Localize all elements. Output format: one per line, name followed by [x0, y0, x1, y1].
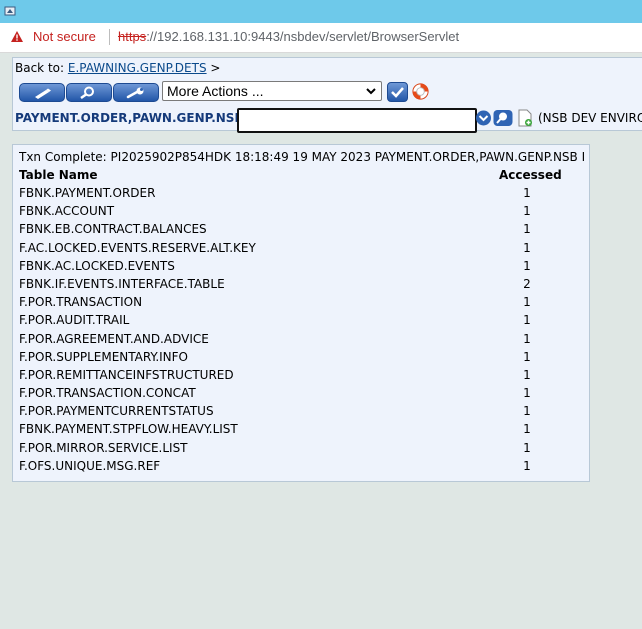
accessed-count-cell: 1: [523, 386, 531, 401]
url-scheme: https: [118, 29, 147, 44]
accessed-count-cell: 1: [523, 367, 531, 382]
command-label: PAYMENT.ORDER,PAWN.GENP.NSB: [15, 111, 244, 125]
checkmark-icon: [391, 87, 404, 98]
chevron-down-icon: [366, 88, 376, 95]
table-name-cell: F.OFS.UNIQUE.MSG.REF: [19, 458, 161, 473]
magnifier-icon: [80, 86, 94, 99]
toolbar-frame: Back to: E.PAWNING.GENP.DETS > More Acti…: [12, 57, 642, 133]
accessed-count-cell: 1: [523, 204, 531, 219]
back-to-label: Back to:: [15, 61, 65, 75]
table-row: F.POR.TRANSACTION 1: [13, 295, 589, 313]
accessed-count-cell: 1: [523, 422, 531, 437]
wrench-icon: [126, 87, 144, 98]
table-name-cell: FBNK.ACCOUNT: [19, 204, 115, 219]
table-row: F.OFS.UNIQUE.MSG.REF 1: [13, 459, 589, 477]
view-button[interactable]: [66, 83, 112, 102]
table-row: F.POR.AGREEMENT.AND.ADVICE 1: [13, 332, 589, 350]
accessed-count-cell: 1: [523, 222, 531, 237]
table-name-cell: F.POR.MIRROR.SERVICE.LIST: [19, 440, 188, 455]
warning-icon[interactable]: [10, 30, 24, 43]
table-name-cell: F.POR.REMITTANCEINFSTRUCTURED: [19, 367, 234, 382]
table-name-cell: F.POR.SUPPLEMENTARY.INFO: [19, 349, 189, 364]
table-name-cell: F.POR.AGREEMENT.AND.ADVICE: [19, 331, 209, 346]
lifebuoy-icon[interactable]: [411, 82, 430, 101]
accessed-count-cell: 1: [523, 240, 531, 255]
accessed-count-cell: 1: [523, 258, 531, 273]
accessed-count-cell: 1: [523, 440, 531, 455]
accessed-count-cell: 1: [523, 458, 531, 473]
column-header-table-name: Table Name: [19, 168, 98, 182]
table-name-cell: F.POR.PAYMENTCURRENTSTATUS: [19, 404, 214, 419]
accessed-count-cell: 2: [523, 276, 531, 291]
table-row: F.POR.SUPPLEMENTARY.INFO 1: [13, 350, 589, 368]
table-name-cell: F.POR.TRANSACTION: [19, 295, 143, 310]
command-input[interactable]: [237, 108, 477, 133]
find-icon[interactable]: [493, 109, 513, 127]
accessed-count-cell: 1: [523, 404, 531, 419]
column-header-accessed: Accessed: [499, 168, 562, 182]
ok-button[interactable]: [387, 82, 408, 102]
table-row: F.AC.LOCKED.EVENTS.RESERVE.ALT.KEY 1: [13, 241, 589, 259]
more-actions-select[interactable]: More Actions ...: [162, 81, 382, 101]
security-status[interactable]: Not secure: [33, 29, 96, 44]
accessed-count-cell: 1: [523, 349, 531, 364]
back-to-link[interactable]: E.PAWNING.GENP.DETS: [68, 61, 207, 75]
dropdown-icon[interactable]: [475, 110, 492, 126]
table-row: F.POR.MIRROR.SERVICE.LIST 1: [13, 441, 589, 459]
edit-button[interactable]: [19, 83, 65, 102]
address-bar[interactable]: Not secure https://192.168.131.10:9443/n…: [0, 23, 642, 53]
table-name-cell: FBNK.PAYMENT.ORDER: [19, 186, 156, 200]
table-rows: FBNK.PAYMENT.ORDER 1 FBNK.ACCOUNT 1 FBNK.E…: [13, 186, 589, 477]
table-row: F.POR.PAYMENTCURRENTSTATUS 1: [13, 404, 589, 422]
tools-button[interactable]: [113, 83, 159, 102]
table-row: FBNK.IF.EVENTS.INTERFACE.TABLE 2: [13, 277, 589, 295]
table-name-cell: FBNK.PAYMENT.STPFLOW.HEAVY.LIST: [19, 422, 238, 437]
table-name-cell: FBNK.AC.LOCKED.EVENTS: [19, 258, 175, 273]
back-to-suffix: >: [210, 61, 221, 75]
txn-complete-message: Txn Complete: PI2025902P854HDK 18:18:49 …: [19, 150, 585, 164]
url-prefix: ://192.168.131.10: [146, 29, 248, 44]
table-row: FBNK.AC.LOCKED.EVENTS 1: [13, 259, 589, 277]
address-divider: [109, 29, 110, 45]
accessed-count-cell: 1: [523, 313, 531, 328]
table-row: F.POR.TRANSACTION.CONCAT 1: [13, 386, 589, 404]
pencil-icon: [35, 88, 51, 99]
txn-result-panel: Txn Complete: PI2025902P854HDK 18:18:49 …: [12, 144, 590, 482]
back-to-nav: Back to: E.PAWNING.GENP.DETS >: [15, 61, 220, 75]
app-icon: [4, 6, 16, 16]
accessed-count-cell: 1: [523, 186, 531, 200]
accessed-count-cell: 1: [523, 331, 531, 346]
url-text[interactable]: https://192.168.131.10:9443/nsbdev/servl…: [118, 29, 459, 44]
accessed-count-cell: 1: [523, 295, 531, 310]
table-name-cell: F.POR.AUDIT.TRAIL: [19, 313, 130, 328]
table-name-cell: FBNK.EB.CONTRACT.BALANCES: [19, 222, 207, 237]
table-row: F.POR.AUDIT.TRAIL 1: [13, 313, 589, 331]
browser-titlebar: [0, 0, 642, 23]
table-row: FBNK.ACCOUNT 1: [13, 204, 589, 222]
table-row: FBNK.EB.CONTRACT.BALANCES 1: [13, 222, 589, 240]
new-document-icon[interactable]: [516, 109, 534, 127]
url-path: :9443/nsbdev/servlet/BrowserServlet: [247, 29, 460, 44]
table-name-cell: FBNK.IF.EVENTS.INTERFACE.TABLE: [19, 276, 225, 291]
table-name-cell: F.POR.TRANSACTION.CONCAT: [19, 386, 196, 401]
more-actions-value: More Actions ...: [167, 83, 264, 99]
table-row: F.POR.REMITTANCEINFSTRUCTURED 1: [13, 368, 589, 386]
table-row: FBNK.PAYMENT.ORDER 1: [13, 186, 589, 204]
table-row: FBNK.PAYMENT.STPFLOW.HEAVY.LIST 1: [13, 422, 589, 440]
table-name-cell: F.AC.LOCKED.EVENTS.RESERVE.ALT.KEY: [19, 240, 256, 255]
environment-label: (NSB DEV ENVIRO: [538, 111, 642, 125]
